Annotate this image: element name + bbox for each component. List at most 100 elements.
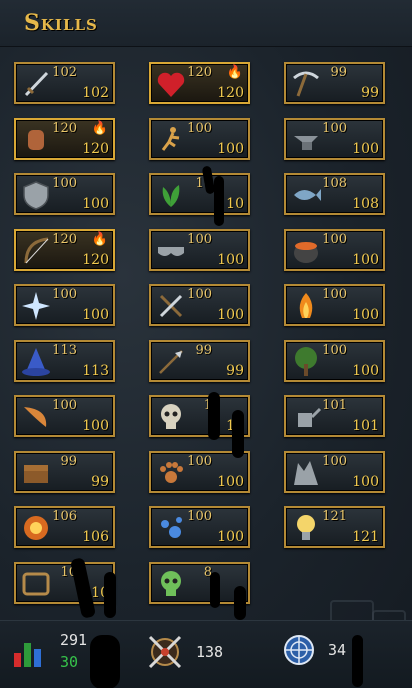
skill-tile-herb[interactable]: 1010 — [149, 173, 250, 215]
crossed-swords-icon — [148, 635, 182, 669]
max-level-flame-icon: 🔥 — [91, 232, 108, 247]
skill-current-level: 120 — [52, 121, 77, 136]
skill-base-level: 113 — [82, 363, 109, 379]
skill-current-level: 100 — [187, 287, 212, 302]
skill-base-level: 99 — [361, 85, 379, 101]
skill-base-level: 100 — [352, 363, 379, 379]
bow-icon — [20, 235, 52, 267]
skills-grid: 102 102 120 🔥 120 99 99 120 🔥 120 100 100 100 100 100 1… — [0, 0, 412, 688]
total-level-button[interactable] — [12, 635, 46, 669]
skill-tile-orbs[interactable]: 100 100 — [149, 506, 250, 548]
skill-tile-hand-orb[interactable]: 106 106 — [14, 506, 115, 548]
redaction-mark — [234, 586, 246, 620]
skill-tile-fire[interactable]: 100 100 — [284, 284, 385, 326]
skill-tile-heart[interactable]: 120 🔥 120 — [149, 62, 250, 104]
redaction-mark — [104, 572, 116, 618]
skill-base-level: 120 — [82, 252, 109, 268]
skill-base-level: 100 — [82, 307, 109, 323]
skill-current-level: 100 — [322, 232, 347, 247]
skill-current-level: 100 — [322, 121, 347, 136]
skill-current-level: 99 — [330, 65, 347, 80]
max-level-flame-icon: 🔥 — [226, 65, 243, 80]
skill-tile-running-man[interactable]: 100 100 — [149, 118, 250, 160]
total-level-value: 291 — [60, 631, 88, 649]
skill-current-level: 100 — [322, 287, 347, 302]
skill-base-level: 101 — [352, 418, 379, 434]
sword-icon — [20, 68, 52, 100]
paw-icon — [155, 457, 187, 489]
skill-current-level: 106 — [52, 509, 77, 524]
redaction-mark — [232, 410, 244, 458]
skill-base-level: 100 — [217, 141, 244, 157]
hand-orb-icon — [20, 512, 52, 544]
skill-tile-pickaxe[interactable]: 99 99 — [284, 62, 385, 104]
quest-points-value: 34 — [328, 641, 347, 659]
skill-base-level: 108 — [352, 196, 379, 212]
skills-panel: Skills 102 102 120 🔥 120 99 99 120 🔥 120 100 100 100… — [0, 0, 412, 688]
chest-icon — [20, 457, 52, 489]
skill-tile-anvil[interactable]: 100 100 — [284, 118, 385, 160]
max-level-flame-icon: 🔥 — [91, 121, 108, 136]
fist-icon — [20, 124, 52, 156]
skill-tile-cauldron[interactable]: 100 100 — [284, 229, 385, 271]
skill-base-level: 100 — [217, 529, 244, 545]
skill-current-level: 100 — [52, 398, 77, 413]
skill-base-level: 100 — [352, 252, 379, 268]
skill-tile-shield[interactable]: 100 100 — [14, 173, 115, 215]
skill-base-level: 121 — [352, 529, 379, 545]
summary-bar: 291 30 138 34 — [0, 620, 412, 688]
skill-tile-horn[interactable]: 100 100 — [14, 395, 115, 437]
fire-icon — [290, 290, 322, 322]
skill-current-level: 99 — [195, 343, 212, 358]
skill-tile-tree[interactable]: 100 100 — [284, 340, 385, 382]
skill-current-level: 100 — [187, 232, 212, 247]
skill-current-level: 121 — [322, 509, 347, 524]
skill-tile-fist[interactable]: 120 🔥 120 — [14, 118, 115, 160]
trap-icon — [20, 568, 52, 600]
herb-icon — [155, 179, 187, 211]
shield-icon — [20, 179, 52, 211]
skull-icon — [155, 401, 187, 433]
orbs-icon — [155, 512, 187, 544]
skill-current-level: 100 — [322, 454, 347, 469]
redaction-mark — [210, 572, 220, 608]
skill-tile-hammer-chisel[interactable]: 100 100 — [149, 284, 250, 326]
green-skull-icon — [155, 568, 187, 600]
cauldron-icon — [290, 235, 322, 267]
skill-tile-lightbulb[interactable]: 121 121 — [284, 506, 385, 548]
skill-current-level: 120 — [187, 65, 212, 80]
redaction-mark — [352, 635, 363, 687]
skill-current-level: 100 — [322, 343, 347, 358]
watering-can-icon — [290, 401, 322, 433]
skill-tile-star[interactable]: 100 100 — [14, 284, 115, 326]
skill-tile-wolf[interactable]: 100 100 — [284, 451, 385, 493]
skill-tile-fish[interactable]: 108 108 — [284, 173, 385, 215]
star-icon — [20, 290, 52, 322]
quest-points-button[interactable] — [282, 633, 316, 667]
skill-tile-trap[interactable]: 10 10 — [14, 562, 115, 604]
redaction-mark — [214, 176, 224, 226]
total-level-sub-value: 30 — [60, 653, 79, 671]
quest-compass-icon — [284, 635, 314, 665]
skill-tile-bow[interactable]: 120 🔥 120 — [14, 229, 115, 271]
skill-tile-wizard-hat[interactable]: 113 113 — [14, 340, 115, 382]
skill-current-level: 100 — [52, 176, 77, 191]
skill-tile-chest[interactable]: 99 99 — [14, 451, 115, 493]
skill-base-level: 100 — [352, 307, 379, 323]
skill-tile-arrow[interactable]: 99 99 — [149, 340, 250, 382]
skill-base-level: 100 — [217, 307, 244, 323]
wizard-hat-icon — [20, 346, 52, 378]
skill-current-level: 102 — [52, 65, 77, 80]
combat-level-button[interactable] — [144, 631, 186, 673]
skill-tile-watering-can[interactable]: 101 101 — [284, 395, 385, 437]
skill-base-level: 100 — [352, 141, 379, 157]
skill-base-level: 99 — [91, 474, 109, 490]
skill-tile-mask[interactable]: 100 100 — [149, 229, 250, 271]
skill-current-level: 100 — [187, 509, 212, 524]
running-man-icon — [155, 124, 187, 156]
skill-tile-sword[interactable]: 102 102 — [14, 62, 115, 104]
skill-current-level: 101 — [322, 398, 347, 413]
skill-base-level: 99 — [226, 363, 244, 379]
horn-icon — [20, 401, 52, 433]
fish-icon — [290, 179, 322, 211]
